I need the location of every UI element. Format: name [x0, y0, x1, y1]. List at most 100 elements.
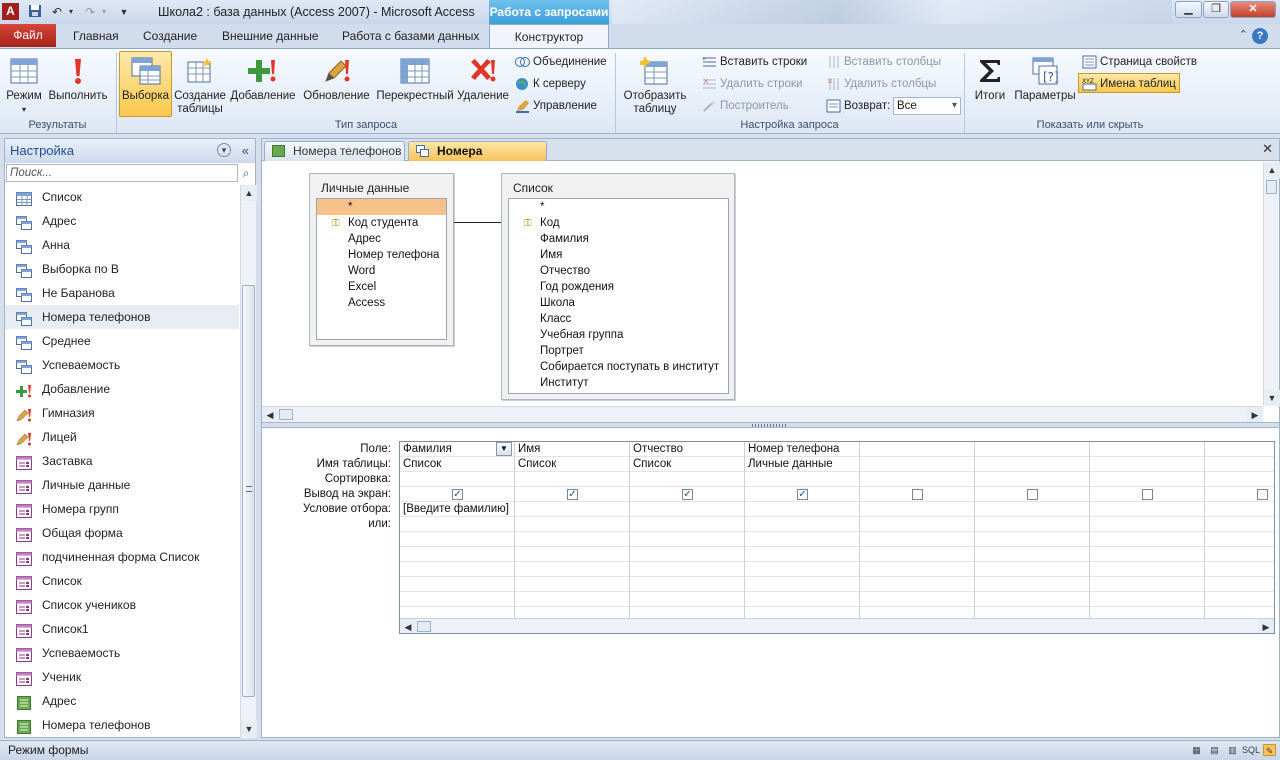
sql-view-status-icon[interactable]: SQL [1242, 744, 1260, 756]
grid-horizontal-scrollbar[interactable]: ◀ ▶ [400, 618, 1274, 633]
grid-or-cell[interactable] [515, 517, 629, 532]
tab-design[interactable]: Конструктор [489, 24, 609, 49]
nav-item[interactable]: Не Баранова [5, 281, 239, 305]
grid-sort-cell[interactable] [975, 472, 1089, 487]
grid-sort-cell[interactable] [400, 472, 514, 487]
grid-or-cell[interactable] [515, 592, 629, 607]
grid-sort-cell[interactable] [745, 472, 859, 487]
grid-or-cell[interactable] [975, 592, 1089, 607]
nav-item[interactable]: Анна [5, 233, 239, 257]
nav-item[interactable]: Адрес [5, 209, 239, 233]
table-field[interactable]: Школа [509, 295, 728, 311]
grid-or-cell[interactable] [630, 592, 744, 607]
grid-sort-cell[interactable] [630, 472, 744, 487]
table-field[interactable]: Имя [509, 247, 728, 263]
union-button[interactable]: Объединение [515, 52, 607, 72]
design-view-status-icon[interactable]: ✎ [1263, 744, 1276, 756]
table-field[interactable]: Институт [509, 375, 728, 391]
tab-home[interactable]: Главная [63, 27, 129, 48]
grid-or-cell[interactable] [630, 547, 744, 562]
grid-or-cell[interactable] [630, 562, 744, 577]
grid-or-cell[interactable] [975, 577, 1089, 592]
nav-item[interactable]: Общая форма [5, 521, 239, 545]
show-checkbox[interactable] [912, 489, 923, 500]
table-list[interactable]: Список * ⚿ Код Фамилия Имя Отчество Год рожден… [501, 173, 735, 400]
insert-columns-button[interactable]: Вставить столбцы [826, 52, 941, 72]
grid-or-cell[interactable] [1205, 577, 1274, 592]
nav-item[interactable]: Выборка по В [5, 257, 239, 281]
grid-or-cell[interactable] [1205, 517, 1274, 532]
grid-or-cell[interactable] [630, 517, 744, 532]
table-field[interactable]: * [317, 199, 446, 215]
run-button[interactable]: Выполнить [46, 51, 110, 117]
grid-or-cell[interactable] [400, 517, 514, 532]
customize-toolbar-icon[interactable]: ▼ [116, 4, 132, 20]
grid-sort-cell[interactable] [1205, 472, 1274, 487]
nav-item[interactable]: Среднее [5, 329, 239, 353]
grid-or-cell[interactable] [1090, 592, 1204, 607]
grid-show-cell[interactable] [1205, 487, 1274, 502]
nav-item[interactable]: Номера групп [5, 497, 239, 521]
nav-item[interactable]: Адрес [5, 689, 239, 713]
grid-or-cell[interactable] [1205, 562, 1274, 577]
grid-show-cell[interactable] [975, 487, 1089, 502]
show-checkbox[interactable] [1142, 489, 1153, 500]
select-query-button[interactable]: Выборка [119, 51, 172, 117]
grid-hscroll-thumb[interactable] [417, 621, 431, 632]
ribbon-minimize-icon[interactable]: ⌃ [1239, 28, 1248, 41]
grid-field-cell[interactable]: Фамилия ▼ [400, 442, 514, 457]
grid-show-cell[interactable]: ✓ [745, 487, 859, 502]
nav-vertical-scrollbar[interactable]: ▲ ▼ [240, 185, 257, 738]
grid-table-cell[interactable] [1205, 457, 1274, 472]
close-button[interactable]: ✕ [1230, 1, 1276, 18]
grid-or-cell[interactable] [745, 532, 859, 547]
grid-criteria-cell[interactable] [1090, 502, 1204, 517]
nav-item[interactable]: Список учеников [5, 593, 239, 617]
grid-criteria-cell[interactable] [745, 502, 859, 517]
grid-or-cell[interactable] [1090, 532, 1204, 547]
shutter-bar-close-icon[interactable]: « [242, 139, 249, 163]
grid-or-cell[interactable] [975, 562, 1089, 577]
table-field[interactable]: Год рождения [509, 279, 728, 295]
grid-or-cell[interactable] [975, 517, 1089, 532]
grid-or-cell[interactable] [515, 577, 629, 592]
delete-columns-button[interactable]: Удалить столбцы [826, 74, 936, 94]
table-field[interactable]: ⚿ Код [509, 215, 728, 231]
scroll-left-arrow-icon[interactable]: ◀ [400, 619, 416, 633]
nav-search-input[interactable]: Поиск... [6, 164, 238, 182]
delete-button[interactable]: Удаление [456, 51, 510, 117]
close-document-icon[interactable]: ✕ [1262, 141, 1273, 157]
nav-item[interactable]: Успеваемость [5, 641, 239, 665]
scroll-left-arrow-icon[interactable]: ◀ [262, 407, 278, 423]
table-personal-data[interactable]: Личные данные * ⚿ Код студента Адрес Номер т… [309, 173, 454, 346]
table-names-button[interactable]: XYZ Имена таблиц [1078, 73, 1180, 93]
grid-or-cell[interactable] [745, 562, 859, 577]
grid-criteria-cell[interactable] [1205, 502, 1274, 517]
nav-scroll-thumb[interactable] [242, 285, 255, 697]
table-title[interactable]: Личные данные [310, 174, 453, 198]
undo-dropdown-icon[interactable]: ▾ [63, 4, 79, 20]
grid-or-cell[interactable] [745, 592, 859, 607]
nav-item[interactable]: Номера телефонов [5, 713, 239, 737]
grid-field-cell[interactable] [1090, 442, 1204, 457]
table-field[interactable]: Учебная группа [509, 327, 728, 343]
table-field[interactable]: * [509, 199, 728, 215]
table-field[interactable]: Excel [317, 279, 446, 295]
make-table-button[interactable]: Создание таблицы [173, 51, 227, 117]
table-field[interactable]: Word [317, 263, 446, 279]
grid-criteria-cell[interactable] [630, 502, 744, 517]
grid-table-cell[interactable]: Список [515, 457, 629, 472]
builder-button[interactable]: Построитель [702, 96, 789, 116]
grid-or-cell[interactable] [515, 532, 629, 547]
grid-or-cell[interactable] [400, 592, 514, 607]
grid-or-cell[interactable] [1205, 592, 1274, 607]
upper-hscroll-thumb[interactable] [279, 409, 293, 420]
show-table-button[interactable]: Отобразить таблицу [620, 51, 690, 117]
table-field[interactable]: Портрет [509, 343, 728, 359]
grid-criteria-cell[interactable] [975, 502, 1089, 517]
grid-show-cell[interactable] [1090, 487, 1204, 502]
grid-or-cell[interactable] [515, 562, 629, 577]
grid-or-cell[interactable] [515, 547, 629, 562]
pivot-chart-status-icon[interactable]: ▥ [1226, 744, 1239, 756]
search-icon[interactable]: ⌕ [238, 164, 254, 182]
